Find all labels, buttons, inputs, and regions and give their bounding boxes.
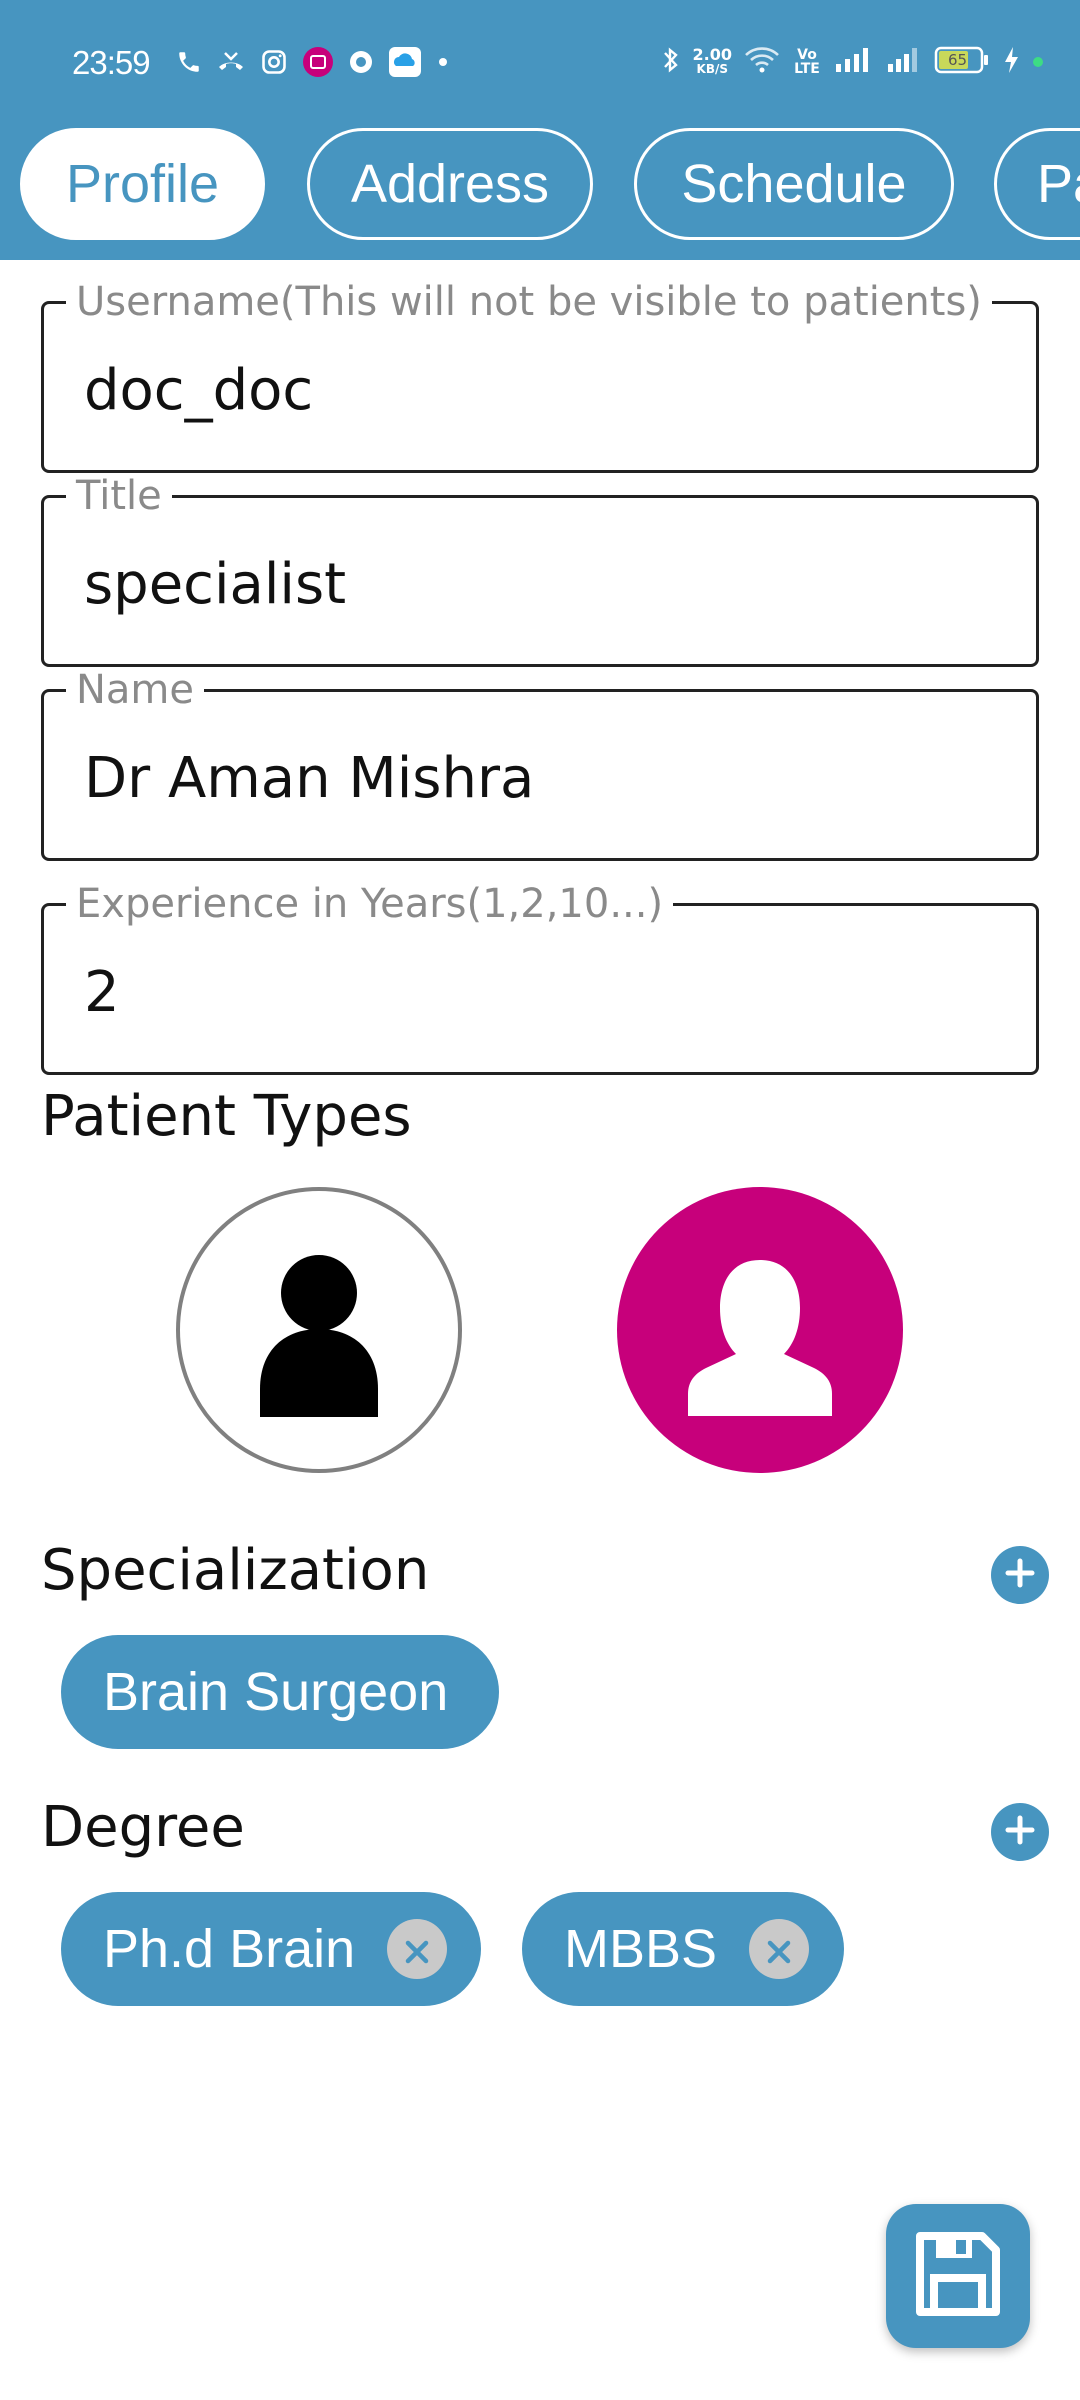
add-specialization-button[interactable] [991,1546,1049,1604]
tab-address-label: Address [350,154,550,214]
name-input[interactable]: Dr Aman Mishra [84,744,534,814]
degree-chip-label: MBBS [564,1919,718,1979]
instagram-icon [260,48,288,76]
tab-partial[interactable]: Pa [994,128,1080,240]
plus-circle-icon [1003,1556,1037,1594]
male-person-icon [180,1191,458,1469]
username-field[interactable]: Username(This will not be visible to pat… [41,280,1039,473]
experience-input[interactable]: 2 [84,958,120,1028]
floppy-disk-icon [914,2230,1002,2322]
name-label: Name [66,668,205,712]
tab-profile-label: Profile [65,154,220,214]
app-header: 23:59 2.00 KB/S Vo LTE 65 Profile Addres… [0,0,1080,260]
tab-partial-label: Pa [1037,154,1080,214]
status-time: 23:59 [72,44,151,81]
female-person-icon [617,1187,903,1473]
patient-types-heading: Patient Types [41,1084,412,1149]
battery-level: 65 [948,51,968,69]
signal-strength-icon [834,46,874,78]
specialization-chip[interactable]: Brain Surgeon [61,1635,499,1749]
experience-field[interactable]: Experience in Years(1,2,10...) 2 [41,882,1039,1075]
privacy-indicator-dot-icon [1032,53,1044,72]
battery-icon: 65 [934,45,990,79]
username-label: Username(This will not be visible to pat… [66,280,992,324]
wifi-icon [744,46,780,78]
signal-strength-2-icon [886,46,922,78]
patient-type-male-option[interactable] [176,1187,462,1473]
plus-circle-icon [1003,1813,1037,1851]
tab-profile[interactable]: Profile [20,128,265,240]
network-speed-unit: KB/S [696,62,728,76]
system-icons: 2.00 KB/S Vo LTE 65 [661,44,1044,80]
missed-call-icon [216,49,246,75]
calendar-app-icon [302,46,334,78]
degree-chip[interactable]: Ph.d Brain [61,1892,481,2006]
name-field[interactable]: Name Dr Aman Mishra [41,668,1039,861]
degree-chip[interactable]: MBBS [522,1892,844,2006]
experience-label: Experience in Years(1,2,10...) [66,882,674,926]
status-bar: 23:59 2.00 KB/S Vo LTE 65 [0,0,1080,120]
close-circle-icon [764,1918,794,1980]
degree-heading: Degree [41,1795,245,1860]
save-button[interactable] [886,2204,1030,2348]
title-input[interactable]: specialist [84,550,346,620]
add-degree-button[interactable] [991,1803,1049,1861]
tab-bar: Profile Address Schedule Pa [0,128,1080,240]
notification-icons [176,44,450,80]
cloud-app-icon [388,46,422,78]
specialization-heading: Specialization [41,1538,430,1603]
tab-address[interactable]: Address [307,128,593,240]
network-speed: 2.00 KB/S [693,47,732,77]
remove-degree-button[interactable] [749,1918,810,1980]
close-circle-icon [402,1918,432,1980]
tab-schedule[interactable]: Schedule [634,128,954,240]
chrome-icon [348,49,374,75]
degree-chip-label: Ph.d Brain [103,1919,356,1979]
username-input[interactable]: doc_doc [84,356,313,426]
specialization-chip-label: Brain Surgeon [103,1662,449,1722]
bluetooth-icon [661,45,681,79]
network-speed-value: 2.00 [692,45,732,64]
title-label: Title [66,474,172,518]
volte-label: Vo LTE [794,47,820,77]
patient-type-female-option[interactable] [617,1187,903,1473]
charging-bolt-icon [1002,45,1020,79]
tab-schedule-label: Schedule [681,154,907,214]
more-notifications-dot-icon [436,55,450,69]
remove-degree-button[interactable] [387,1918,448,1980]
phone-icon [176,49,202,75]
title-field[interactable]: Title specialist [41,474,1039,667]
